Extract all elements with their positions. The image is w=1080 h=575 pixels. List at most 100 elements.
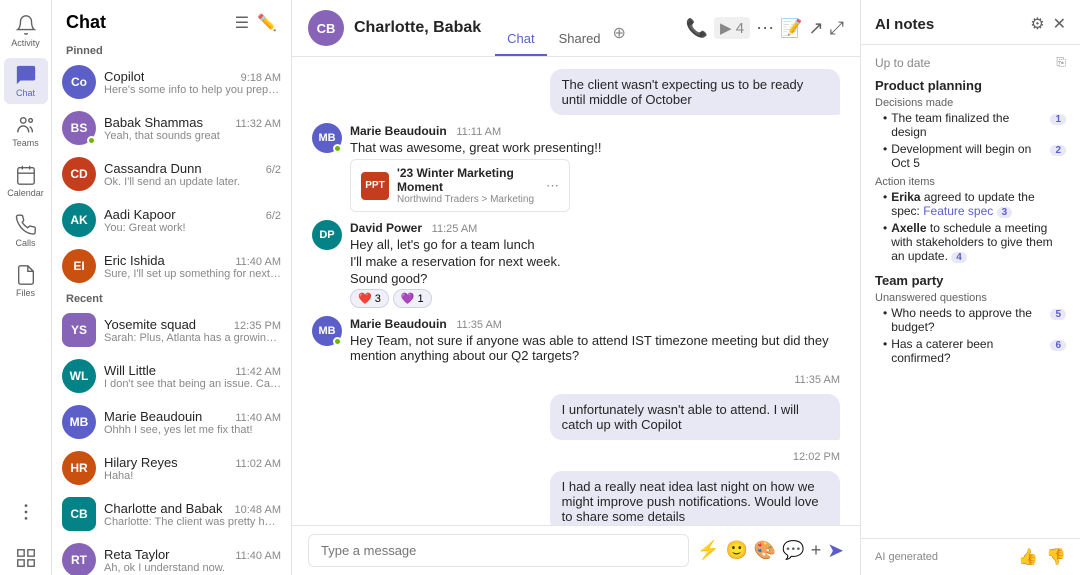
avatar-marie-msg: MB xyxy=(312,123,342,153)
video-icon[interactable]: ▶ 4 xyxy=(714,17,750,39)
chat-item-name: Copilot xyxy=(104,69,144,84)
pinned-section-label: Pinned xyxy=(52,41,291,59)
popout-icon[interactable]: ⤢ xyxy=(830,18,844,39)
chat-list-title: Chat xyxy=(66,12,106,33)
time-label: 12:02 PM xyxy=(793,451,840,463)
attach-icon[interactable]: + xyxy=(811,540,822,561)
chat-item-info-eric: Eric Ishida 11:40 AM Sure, I'll set up s… xyxy=(104,253,281,280)
message-bubble-right-2: I unfortunately wasn't able to attend. I… xyxy=(550,394,840,440)
apps-icon xyxy=(15,547,37,569)
send-icon[interactable]: ➤ xyxy=(827,538,844,563)
tab-shared[interactable]: Shared xyxy=(547,25,613,56)
message-input[interactable] xyxy=(308,534,689,567)
chat-item-time: 10:48 AM xyxy=(235,504,281,516)
more-actions-icon[interactable]: ⋯ xyxy=(756,18,774,39)
chat-item-name: Reta Taylor xyxy=(104,547,170,562)
tab-add-button[interactable]: ⊕ xyxy=(613,23,626,54)
file-info: '23 Winter Marketing Moment Northwind Tr… xyxy=(397,166,538,205)
ai-generated-label: AI generated xyxy=(875,551,938,563)
ai-sub-action-items: Action items xyxy=(875,176,1066,188)
chat-item-reta[interactable]: RT Reta Taylor 11:40 AM Ah, ok I underst… xyxy=(52,537,291,575)
chat-item-aadi[interactable]: AK Aadi Kapoor 6/2 You: Great work! xyxy=(52,197,291,243)
thumbs-down-icon[interactable]: 👎 xyxy=(1046,547,1066,567)
chat-item-info-cassandra: Cassandra Dunn 6/2 Ok. I'll send an upda… xyxy=(104,161,281,188)
chat-item-info-aadi: Aadi Kapoor 6/2 You: Great work! xyxy=(104,207,281,234)
pinned-chat-list: Co Copilot 9:18 AM Here's some info to h… xyxy=(52,59,291,575)
call-icon[interactable]: 📞 xyxy=(686,18,708,39)
ai-notes-title: AI notes xyxy=(875,16,934,33)
msg-content-david: David Power 11:25 AM Hey all, let's go f… xyxy=(350,220,840,308)
ai-notes-icon[interactable]: 📝 xyxy=(780,18,802,39)
filter-icon[interactable]: ☰ xyxy=(235,13,249,33)
chat-item-hilary[interactable]: HR Hilary Reyes 11:02 AM Haha! xyxy=(52,445,291,491)
time-label: 11:35 AM xyxy=(794,374,840,386)
chat-item-time: 6/2 xyxy=(266,210,281,222)
avatar-hilary: HR xyxy=(62,451,96,485)
file-menu-icon[interactable]: ⋯ xyxy=(546,178,559,194)
chat-item-preview: Ah, ok I understand now. xyxy=(104,562,281,574)
msg-time: 11:35 AM xyxy=(456,319,502,331)
gif-icon[interactable]: 💬 xyxy=(782,540,804,561)
chat-item-preview: You: Great work! xyxy=(104,222,281,234)
chat-item-cassandra[interactable]: CD Cassandra Dunn 6/2 Ok. I'll send an u… xyxy=(52,151,291,197)
chat-item-marie[interactable]: MB Marie Beaudouin 11:40 AM Ohhh I see, … xyxy=(52,399,291,445)
chat-item-babak[interactable]: BS Babak Shammas 11:32 AM Yeah, that sou… xyxy=(52,105,291,151)
thumbs-up-icon[interactable]: 👍 xyxy=(1018,547,1038,567)
feature-spec-link[interactable]: Feature spec xyxy=(923,204,993,218)
sidebar-item-teams[interactable]: Teams xyxy=(4,108,48,154)
ai-date-label: Up to date ⎘ xyxy=(875,55,1066,70)
copy-icon[interactable]: ⎘ xyxy=(1056,55,1066,70)
avatar-will: WL xyxy=(62,359,96,393)
chat-list-header-icons: ☰ ✏️ xyxy=(235,13,277,33)
avatar-reta: RT xyxy=(62,543,96,575)
chat-item-name: Cassandra Dunn xyxy=(104,161,202,176)
share-icon[interactable]: ↗ xyxy=(809,18,824,39)
chat-header-avatar: CB xyxy=(308,10,344,46)
reaction-heart[interactable]: ❤️3 xyxy=(350,289,389,308)
chat-item-will[interactable]: WL Will Little 11:42 AM I don't see that… xyxy=(52,353,291,399)
ai-bullet-q2: Has a caterer been confirmed? 6 xyxy=(875,337,1066,365)
emoji-icon[interactable]: 🙂 xyxy=(725,540,747,561)
chat-item-time: 11:42 AM xyxy=(235,366,281,378)
avatar-cassandra: CD xyxy=(62,157,96,191)
sidebar-item-calls[interactable]: Calls xyxy=(4,208,48,254)
sidebar-calls-label: Calls xyxy=(15,238,35,248)
reaction-purple-heart[interactable]: 💜1 xyxy=(393,289,432,308)
main-chat: CB Charlotte, Babak Chat Shared ⊕ 📞 ▶ 4 … xyxy=(292,0,860,575)
new-chat-icon[interactable]: ✏️ xyxy=(257,13,277,33)
sidebar-item-calendar[interactable]: Calendar xyxy=(4,158,48,204)
chat-item-eric[interactable]: EI Eric Ishida 11:40 AM Sure, I'll set u… xyxy=(52,243,291,289)
chat-nav-icon xyxy=(15,64,37,86)
ai-notes-settings-icon[interactable]: ⚙ xyxy=(1030,14,1044,34)
sidebar-item-chat[interactable]: Chat xyxy=(4,58,48,104)
format-icon[interactable]: ⚡ xyxy=(697,540,719,561)
msg-content-marie-1: Marie Beaudouin 11:11 AM That was awesom… xyxy=(350,123,840,212)
file-card[interactable]: PPT '23 Winter Marketing Moment Northwin… xyxy=(350,159,570,212)
sidebar-more-button[interactable] xyxy=(4,495,48,529)
chat-item-preview: Ohhh I see, yes let me fix that! xyxy=(104,424,281,436)
msg-content-marie-2: Marie Beaudouin 11:35 AM Hey Team, not s… xyxy=(350,316,840,363)
chat-header-actions: 📞 ▶ 4 ⋯ 📝 ↗ ⤢ xyxy=(686,17,844,39)
message-row-marie-2: MB Marie Beaudouin 11:35 AM Hey Team, no… xyxy=(312,316,840,363)
chat-item-copilot[interactable]: Co Copilot 9:18 AM Here's some info to h… xyxy=(52,59,291,105)
chat-item-charlotte-babak[interactable]: CB Charlotte and Babak 10:48 AM Charlott… xyxy=(52,491,291,537)
avatar-copilot: Co xyxy=(62,65,96,99)
chat-list-header: Chat ☰ ✏️ xyxy=(52,0,291,41)
chat-list-panel: Chat ☰ ✏️ Pinned Co Copilot 9:18 AM Here… xyxy=(52,0,292,575)
chat-item-info-copilot: Copilot 9:18 AM Here's some info to help… xyxy=(104,69,281,96)
chat-item-name: Yosemite squad xyxy=(104,317,196,332)
tab-chat[interactable]: Chat xyxy=(495,25,546,56)
sidebar-apps-button[interactable] xyxy=(4,541,48,575)
sidebar-item-files[interactable]: Files xyxy=(4,258,48,304)
chat-item-yosemite[interactable]: YS Yosemite squad 12:35 PM Sarah: Plus, … xyxy=(52,307,291,353)
chat-item-time: 6/2 xyxy=(266,164,281,176)
messages-area: The client wasn't expecting us to be rea… xyxy=(292,57,860,525)
ai-notes-close-icon[interactable]: ✕ xyxy=(1053,14,1066,34)
chat-item-preview: Yeah, that sounds great xyxy=(104,130,281,142)
message-row-marie-1: MB Marie Beaudouin 11:11 AM That was awe… xyxy=(312,123,840,212)
sidebar-item-activity[interactable]: Activity xyxy=(4,8,48,54)
chat-item-time: 9:18 AM xyxy=(241,72,281,84)
msg-time: 11:11 AM xyxy=(456,126,501,138)
sticker-icon[interactable]: 🎨 xyxy=(754,540,776,561)
file-icon: PPT xyxy=(361,172,389,200)
